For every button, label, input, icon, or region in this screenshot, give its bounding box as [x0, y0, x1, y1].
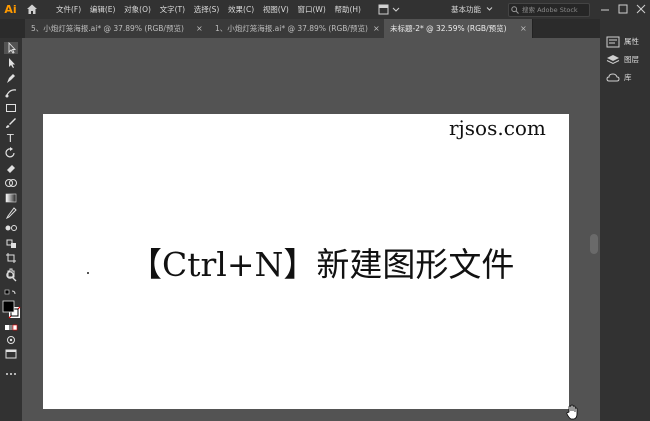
properties-panel-button[interactable]: 属性 [606, 35, 648, 49]
arrange-documents-icon[interactable] [378, 4, 400, 15]
direct-selection-tool-icon[interactable] [4, 57, 18, 69]
tab-label: 1、小炮灯笼海报.ai* @ 37.89% (RGB/预览) [215, 24, 368, 33]
tab-label: 未标题-2* @ 32.59% (RGB/预览) [390, 24, 507, 33]
curvature-tool-icon[interactable] [4, 87, 18, 99]
menu-type[interactable]: 文字(T) [160, 0, 185, 19]
libraries-label: 库 [624, 73, 632, 82]
properties-icon [606, 36, 620, 48]
tab-document-1[interactable]: 1、小炮灯笼海报.ai* @ 37.89% (RGB/预览) × [209, 19, 385, 38]
close-icon[interactable]: × [373, 19, 380, 38]
rectangle-tool-icon[interactable] [4, 102, 18, 114]
home-icon[interactable] [25, 2, 39, 16]
selection-tool-icon[interactable] [4, 42, 18, 54]
headline-text: 【Ctrl+N】新建图形文件 [129, 245, 515, 284]
svg-text:T: T [6, 132, 14, 144]
workspace-switcher[interactable]: 基本功能 [451, 0, 481, 19]
type-tool-icon[interactable]: T [4, 132, 18, 144]
menu-help[interactable]: 帮助(H) [334, 0, 361, 19]
zoom-tool-icon[interactable] [4, 270, 18, 282]
menu-bar: Ai 文件(F) 编辑(E) 对象(O) 文字(T) 选择(S) 效果(C) 视… [0, 0, 650, 19]
maximize-icon[interactable] [614, 0, 632, 19]
symbol-sprayer-tool-icon[interactable] [4, 237, 18, 249]
tab-untitled-2[interactable]: 未标题-2* @ 32.59% (RGB/预览) × [384, 19, 533, 38]
shape-builder-tool-icon[interactable] [4, 177, 18, 189]
menu-edit[interactable]: 编辑(E) [90, 0, 116, 19]
artboard-tool-icon[interactable] [4, 252, 18, 264]
menu-object[interactable]: 对象(O) [124, 0, 151, 19]
menu-window[interactable]: 窗口(W) [297, 0, 325, 19]
swap-colors-icon[interactable] [4, 288, 18, 300]
watermark-text: rjsos.com [449, 116, 546, 140]
hand-cursor-icon [566, 404, 578, 420]
anchor-point [87, 272, 89, 274]
menu-effect[interactable]: 效果(C) [228, 0, 254, 19]
drawing-mode-icon[interactable] [4, 334, 18, 346]
libraries-icon [606, 73, 620, 82]
main-menu: 文件(F) 编辑(E) 对象(O) 文字(T) 选择(S) 效果(C) 视图(V… [56, 0, 370, 19]
close-icon[interactable]: × [196, 19, 203, 38]
document-tab-bar: 5、小炮灯笼海报.ai* @ 37.89% (RGB/预览) × 1、小炮灯笼海… [0, 19, 600, 38]
stock-search-placeholder: 搜索 Adobe Stock [522, 6, 578, 14]
eyedropper-tool-icon[interactable] [4, 207, 18, 219]
layers-icon [606, 55, 620, 65]
color-mode-icon[interactable] [4, 322, 18, 334]
menu-view[interactable]: 视图(V) [263, 0, 289, 19]
chevron-down-icon[interactable] [486, 6, 493, 12]
search-icon [511, 6, 519, 14]
libraries-panel-button[interactable]: 库 [606, 71, 648, 85]
menu-select[interactable]: 选择(S) [194, 0, 220, 19]
fill-stroke-swatch[interactable] [2, 300, 22, 320]
menu-file[interactable]: 文件(F) [56, 0, 81, 19]
app-logo: Ai [4, 3, 17, 16]
paintbrush-tool-icon[interactable] [4, 117, 18, 129]
rotate-tool-icon[interactable] [4, 147, 18, 159]
pen-tool-icon[interactable] [4, 72, 18, 84]
tab-label: 5、小炮灯笼海报.ai* @ 37.89% (RGB/预览) [31, 24, 184, 33]
close-window-icon[interactable] [632, 0, 650, 19]
stock-search-input[interactable]: 搜索 Adobe Stock [508, 3, 590, 17]
screen-mode-icon[interactable] [4, 348, 18, 360]
gradient-tool-icon[interactable] [4, 192, 18, 204]
close-icon[interactable]: × [520, 19, 527, 38]
minimize-icon[interactable] [596, 0, 614, 19]
tools-panel: T [0, 38, 22, 421]
blend-tool-icon[interactable] [4, 222, 18, 234]
eraser-tool-icon[interactable] [4, 162, 18, 174]
layers-panel-button[interactable]: 图层 [606, 53, 648, 67]
vertical-scrollbar-thumb[interactable] [590, 234, 598, 254]
panel-dock: 属性 图层 库 [600, 19, 650, 421]
artboard[interactable]: rjsos.com 【Ctrl+N】新建图形文件 [43, 114, 569, 409]
layers-label: 图层 [624, 55, 639, 64]
tab-document-5[interactable]: 5、小炮灯笼海报.ai* @ 37.89% (RGB/预览) × [25, 19, 210, 38]
properties-label: 属性 [624, 37, 639, 46]
more-tools-icon[interactable] [4, 368, 18, 380]
